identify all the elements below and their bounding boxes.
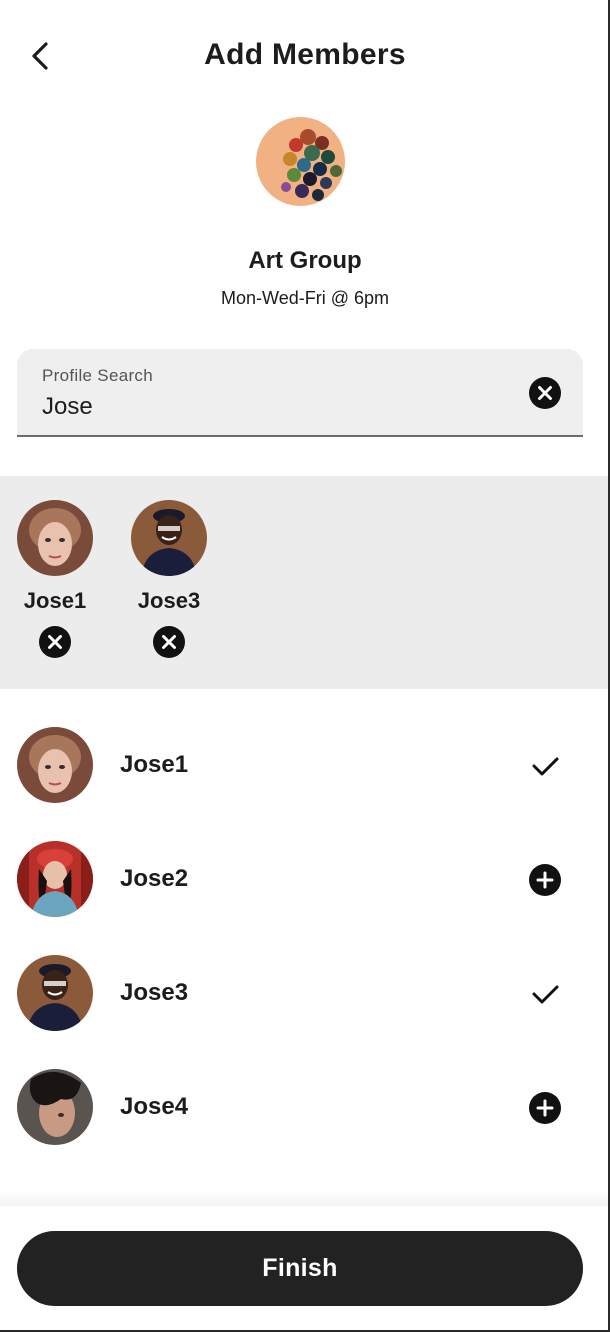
member-name: Jose4 (120, 1093, 189, 1120)
check-icon (532, 985, 559, 1004)
group-name: Art Group (248, 247, 362, 274)
add-member-button[interactable] (528, 1091, 562, 1125)
avatar (131, 500, 207, 576)
page-title: Add Members (204, 38, 406, 71)
profile-search-field[interactable]: Profile Search Jose (17, 349, 583, 437)
avatar (17, 955, 93, 1031)
group-schedule: Mon-Wed-Fri @ 6pm (221, 288, 389, 308)
selected-member-name: Jose3 (137, 588, 201, 613)
avatar (17, 500, 93, 576)
member-selected-toggle[interactable] (528, 749, 562, 783)
close-circle-icon (529, 377, 561, 409)
remove-member-button[interactable] (39, 626, 71, 658)
close-circle-icon (39, 626, 71, 658)
member-name: Jose2 (120, 865, 189, 892)
avatar (17, 841, 93, 917)
list-item[interactable]: Jose3 (0, 955, 608, 1069)
member-selected-toggle[interactable] (528, 977, 562, 1011)
selected-member-chip: Jose3 (130, 500, 208, 658)
member-name: Jose1 (120, 751, 189, 778)
avatar (17, 727, 93, 803)
selected-members: Jose1 Jose3 (0, 476, 608, 689)
close-circle-icon (153, 626, 185, 658)
group-avatar (256, 117, 345, 206)
search-label: Profile Search (42, 366, 153, 385)
check-icon (532, 757, 559, 776)
member-name: Jose3 (120, 979, 189, 1006)
search-input[interactable]: Jose (42, 393, 93, 421)
list-item[interactable]: Jose1 (0, 727, 608, 841)
clear-search-button[interactable] (529, 377, 561, 409)
add-member-button[interactable] (528, 863, 562, 897)
finish-button[interactable]: Finish (17, 1231, 583, 1306)
remove-member-button[interactable] (153, 626, 185, 658)
add-circle-icon (529, 1092, 561, 1124)
selected-member-name: Jose1 (23, 588, 87, 613)
selected-member-chip: Jose1 (16, 500, 94, 658)
list-item[interactable]: Jose4 (0, 1069, 608, 1183)
add-circle-icon (529, 864, 561, 896)
list-item[interactable]: Jose2 (0, 841, 608, 955)
avatar (17, 1069, 93, 1145)
